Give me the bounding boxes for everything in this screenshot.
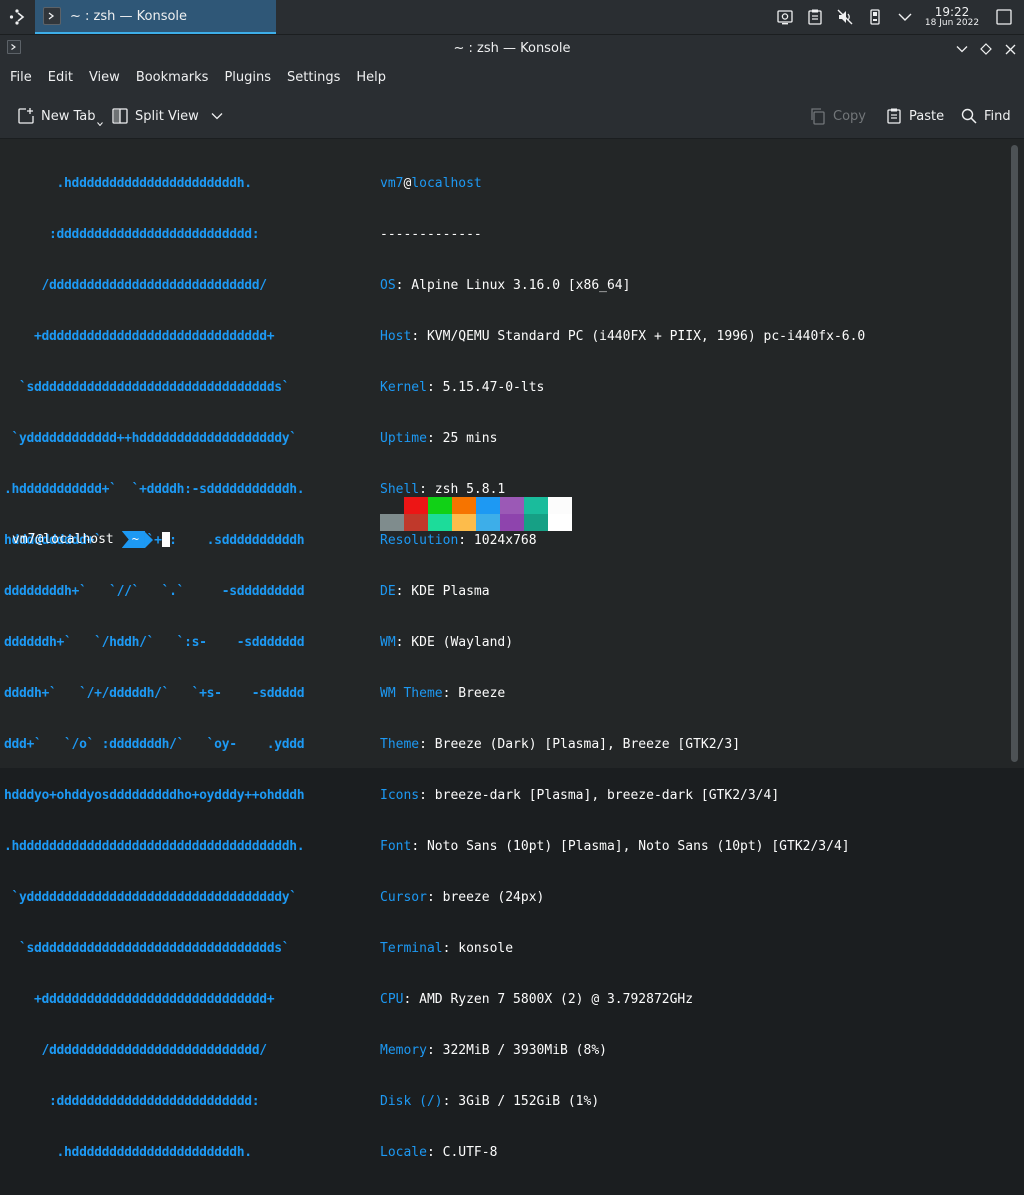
powerline-arrow-icon [144, 531, 153, 548]
color-swatch [476, 497, 500, 514]
prompt-dir-segment: ~ [121, 531, 153, 548]
host-name: localhost [411, 176, 482, 191]
color-swatch [380, 514, 404, 531]
info-line: WM Theme: Breeze [380, 686, 506, 701]
color-swatch [428, 497, 452, 514]
clipboard-icon[interactable] [800, 0, 830, 34]
menu-bookmarks[interactable]: Bookmarks [128, 63, 217, 93]
color-swatch [404, 514, 428, 531]
menubar: File Edit View Bookmarks Plugins Setting… [0, 63, 1024, 93]
volume-muted-icon[interactable] [830, 0, 860, 34]
copy-icon [808, 106, 828, 126]
prompt-dir: ~ [121, 531, 145, 548]
new-tab-button[interactable]: New Tab [16, 101, 103, 131]
separator-line: ------------- [380, 227, 482, 242]
color-swatch [476, 514, 500, 531]
menu-help[interactable]: Help [348, 63, 394, 93]
color-swatch [428, 514, 452, 531]
info-line: Host: KVM/QEMU Standard PC (i440FX + PII… [380, 329, 866, 344]
paste-button[interactable]: Paste [884, 101, 944, 131]
top-panel: ~ : zsh — Konsole 19:22 18 Jun 2022 [0, 0, 1024, 35]
clock-date: 18 Jun 2022 [924, 17, 980, 28]
menu-settings[interactable]: Settings [279, 63, 348, 93]
copy-label: Copy [833, 108, 866, 124]
minimize-button[interactable] [952, 39, 972, 59]
system-tray: 19:22 18 Jun 2022 [770, 0, 1024, 34]
color-swatch [500, 514, 524, 531]
new-tab-icon [16, 106, 36, 126]
find-button[interactable]: Find [959, 101, 1011, 131]
info-line: Cursor: breeze (24px) [380, 890, 545, 905]
paste-label: Paste [909, 108, 945, 124]
color-swatch [524, 514, 548, 531]
shell-prompt[interactable]: vm7@localhost ~ [12, 531, 170, 548]
menu-edit[interactable]: Edit [40, 63, 81, 93]
color-swatch [380, 497, 404, 514]
close-icon [1005, 44, 1015, 54]
color-swatch [452, 514, 476, 531]
paste-icon [884, 106, 904, 126]
color-swatch [524, 497, 548, 514]
main-toolbar: New Tab Split View Copy Paste Find [0, 93, 1024, 139]
neofetch-info: vm7@localhost ------------- OS: Alpine L… [380, 141, 865, 1195]
menu-file[interactable]: File [2, 63, 40, 93]
info-line: Resolution: 1024x768 [380, 533, 537, 548]
info-line: CPU: AMD Ryzen 7 5800X (2) @ 3.792872GHz [380, 992, 694, 1007]
alpine-ascii-logo: .hddddddddddddddddddddddh. :dddddddddddd… [4, 176, 305, 1160]
maximize-button[interactable] [976, 39, 996, 59]
close-button[interactable] [1000, 39, 1020, 59]
color-swatch [548, 497, 572, 514]
removable-device-icon[interactable] [860, 0, 890, 34]
color-swatch [500, 497, 524, 514]
taskbar-task-konsole[interactable]: ~ : zsh — Konsole [35, 0, 276, 34]
info-line: Locale: C.UTF-8 [380, 1145, 498, 1160]
menu-plugins[interactable]: Plugins [216, 63, 279, 93]
user-name: vm7 [380, 176, 404, 191]
diamond-icon [980, 43, 992, 55]
split-view-button[interactable]: Split View [110, 101, 223, 131]
application-launcher-button[interactable] [0, 0, 34, 34]
chevron-down-icon [211, 113, 223, 120]
split-view-label: Split View [135, 108, 199, 124]
color-swatch [548, 514, 572, 531]
copy-button[interactable]: Copy [808, 101, 866, 131]
text-cursor [161, 532, 170, 547]
info-line: Theme: Breeze (Dark) [Plasma], Breeze [G… [380, 737, 741, 752]
info-line: Terminal: konsole [380, 941, 514, 956]
terminal-scrollbar[interactable] [1011, 145, 1018, 762]
user-host-line: vm7@localhost [380, 175, 865, 192]
task-title: ~ : zsh — Konsole [70, 8, 188, 24]
terminal-view[interactable]: .hddddddddddddddddddddddh. :dddddddddddd… [0, 139, 1024, 1160]
digital-clock[interactable]: 19:22 18 Jun 2022 [920, 0, 984, 34]
show-desktop-icon[interactable] [984, 0, 1024, 34]
search-icon [959, 106, 979, 126]
window-titlebar[interactable]: ~ : zsh — Konsole [0, 35, 1024, 63]
screenshot-icon[interactable] [770, 0, 800, 34]
info-line: Disk (/): 3GiB / 152GiB (1%) [380, 1094, 600, 1109]
find-label: Find [984, 108, 1011, 124]
clock-time: 19:22 [934, 4, 970, 19]
info-line: OS: Alpine Linux 3.16.0 [x86_64] [380, 278, 631, 293]
color-palette [380, 497, 572, 531]
new-tab-label: New Tab [41, 108, 96, 124]
kde-launcher-icon [9, 9, 25, 25]
color-swatch [452, 497, 476, 514]
info-line: Shell: zsh 5.8.1 [380, 482, 506, 497]
window-title: ~ : zsh — Konsole [453, 41, 571, 56]
chevron-down-icon [96, 122, 103, 126]
prompt-user: vm7@localhost [12, 532, 114, 547]
chevron-down-icon [956, 46, 968, 53]
split-view-icon [110, 106, 130, 126]
konsole-icon [43, 7, 61, 25]
color-swatch [404, 497, 428, 514]
chevron-down-icon[interactable] [890, 0, 920, 34]
info-line: Icons: breeze-dark [Plasma], breeze-dark… [380, 788, 780, 803]
info-line: Memory: 322MiB / 3930MiB (8%) [380, 1043, 607, 1058]
info-line: Uptime: 25 mins [380, 431, 498, 446]
info-line: WM: KDE (Wayland) [380, 635, 514, 650]
info-line: Kernel: 5.15.47-0-lts [380, 380, 545, 395]
info-line: Font: Noto Sans (10pt) [Plasma], Noto Sa… [380, 839, 850, 854]
info-line: DE: KDE Plasma [380, 584, 490, 599]
menu-view[interactable]: View [81, 63, 128, 93]
